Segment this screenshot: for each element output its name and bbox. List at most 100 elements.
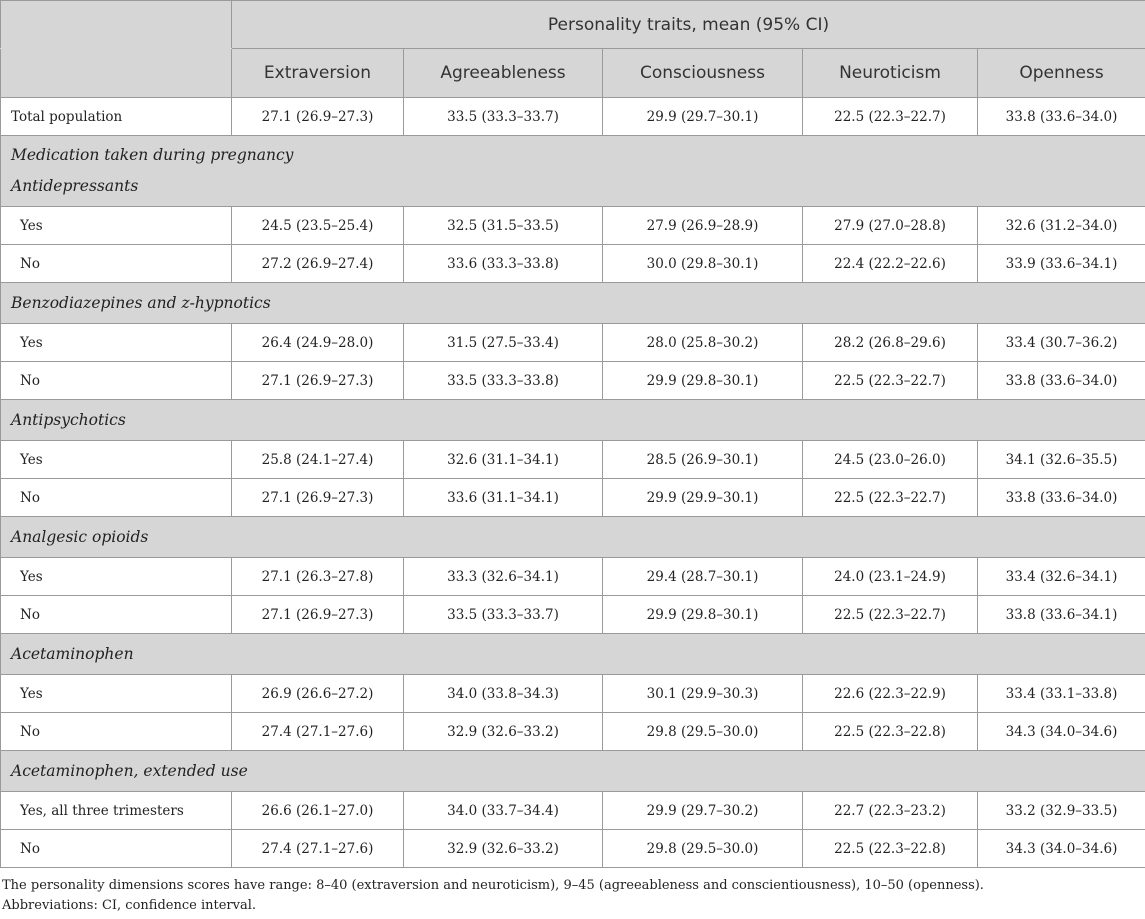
table-cell: 33.8 (33.6–34.0) — [976, 361, 1145, 400]
column-header-consciousness: Consciousness — [602, 48, 803, 98]
table-cell: 32.9 (32.6–33.2) — [403, 712, 603, 751]
row-label: Yes, all three trimesters — [0, 791, 232, 830]
table-footnotes: The personality dimensions scores have r… — [2, 876, 1145, 916]
table-cell: 33.3 (32.6–34.1) — [403, 557, 603, 596]
row-label: No — [0, 478, 232, 517]
table-cell: 27.4 (27.1–27.6) — [231, 712, 404, 751]
section-title: Antipsychotics — [0, 399, 1145, 441]
table-cell: 30.0 (29.8–30.1) — [602, 244, 803, 283]
table-cell: 22.6 (22.3–22.9) — [802, 674, 978, 713]
table-cell: 24.5 (23.0–26.0) — [802, 440, 978, 479]
section-title: Acetaminophen — [0, 633, 1145, 675]
table-cell: 28.0 (25.8–30.2) — [602, 323, 803, 362]
table-cell: 24.0 (23.1–24.9) — [802, 557, 978, 596]
table-cell: 27.1 (26.9–27.3) — [231, 97, 404, 136]
table-cell: 33.5 (33.3–33.8) — [403, 361, 603, 400]
footnote-abbreviations: Abbreviations: CI, confidence interval. — [2, 898, 256, 913]
table-row: Yes 26.4 (24.9–28.0) 31.5 (27.5–33.4) 28… — [0, 323, 1145, 362]
section-title: Benzodiazepines and z-hypnotics — [0, 282, 1145, 324]
table-cell: 27.1 (26.3–27.8) — [231, 557, 404, 596]
table-row: No 27.2 (26.9–27.4) 33.6 (33.3–33.8) 30.… — [0, 244, 1145, 283]
footnote-score-range: The personality dimensions scores have r… — [2, 878, 984, 893]
table-cell: 27.9 (27.0–28.8) — [802, 206, 978, 245]
table-cell: 29.8 (29.5–30.0) — [602, 829, 803, 868]
section-header-acetaminophen-extended: Acetaminophen, extended use — [0, 750, 1145, 792]
table-row: Yes, all three trimesters 26.6 (26.1–27.… — [0, 791, 1145, 830]
column-header-agreeableness: Agreeableness — [403, 48, 603, 98]
table-cell: 27.2 (26.9–27.4) — [231, 244, 404, 283]
table-row: No 27.1 (26.9–27.3) 33.5 (33.3–33.7) 29.… — [0, 595, 1145, 634]
group-header-title: Personality traits, mean (95% CI) — [230, 0, 1145, 49]
personality-traits-table: Personality traits, mean (95% CI) Extrav… — [0, 0, 1145, 868]
row-label: Yes — [0, 557, 232, 596]
table-cell: 33.4 (33.1–33.8) — [976, 674, 1145, 713]
row-label: No — [0, 244, 232, 283]
table-row: No 27.4 (27.1–27.6) 32.9 (32.6–33.2) 29.… — [0, 712, 1145, 751]
table-cell: 34.3 (34.0–34.6) — [976, 712, 1145, 751]
table-cell: 33.2 (32.9–33.5) — [976, 791, 1145, 830]
table-cell: 29.8 (29.5–30.0) — [602, 712, 803, 751]
section-title: Antidepressants — [11, 177, 139, 195]
row-label: No — [0, 829, 232, 868]
row-label: No — [0, 361, 232, 400]
table-row: Yes 26.9 (26.6–27.2) 34.0 (33.8–34.3) 30… — [0, 674, 1145, 713]
table-cell: 33.6 (31.1–34.1) — [403, 478, 603, 517]
table-cell: 29.9 (29.8–30.1) — [602, 595, 803, 634]
table-cell: 27.9 (26.9–28.9) — [602, 206, 803, 245]
table-cell: 29.4 (28.7–30.1) — [602, 557, 803, 596]
row-label: Yes — [0, 440, 232, 479]
table-cell: 28.5 (26.9–30.1) — [602, 440, 803, 479]
row-label: Total population — [0, 97, 232, 136]
table-cell: 27.4 (27.1–27.6) — [231, 829, 404, 868]
table-row-total: Total population 27.1 (26.9–27.3) 33.5 (… — [0, 97, 1145, 136]
row-label: No — [0, 712, 232, 751]
table-cell: 22.5 (22.3–22.8) — [802, 829, 978, 868]
column-header-neuroticism: Neuroticism — [802, 48, 978, 98]
table-cell: 27.1 (26.9–27.3) — [231, 595, 404, 634]
table-cell: 34.3 (34.0–34.6) — [976, 829, 1145, 868]
table-cell: 28.2 (26.8–29.6) — [802, 323, 978, 362]
section-title: Analgesic opioids — [0, 516, 1145, 558]
table-cell: 32.6 (31.2–34.0) — [976, 206, 1145, 245]
section-header-acetaminophen: Acetaminophen — [0, 633, 1145, 675]
table-row: Yes 24.5 (23.5–25.4) 32.5 (31.5–33.5) 27… — [0, 206, 1145, 245]
row-label: Yes — [0, 206, 232, 245]
table-cell: 34.1 (32.6–35.5) — [976, 440, 1145, 479]
table-cell: 27.1 (26.9–27.3) — [231, 361, 404, 400]
table-cell: 22.5 (22.3–22.7) — [802, 595, 978, 634]
table-cell: 33.6 (33.3–33.8) — [403, 244, 603, 283]
table-cell: 22.5 (22.3–22.7) — [802, 97, 978, 136]
section-title: Acetaminophen, extended use — [0, 750, 1145, 792]
section-header-benzodiazepines: Benzodiazepines and z-hypnotics — [0, 282, 1145, 324]
table-cell: 33.9 (33.6–34.1) — [976, 244, 1145, 283]
row-label: Yes — [0, 323, 232, 362]
table-cell: 33.8 (33.6–34.0) — [976, 478, 1145, 517]
table-cell: 22.5 (22.3–22.7) — [802, 361, 978, 400]
table-row: No 27.4 (27.1–27.6) 32.9 (32.6–33.2) 29.… — [0, 829, 1145, 868]
table-cell: 33.5 (33.3–33.7) — [403, 595, 603, 634]
header-corner-cell-lower — [0, 48, 232, 98]
table-cell: 24.5 (23.5–25.4) — [231, 206, 404, 245]
table-row: Yes 27.1 (26.3–27.8) 33.3 (32.6–34.1) 29… — [0, 557, 1145, 596]
table-cell: 34.0 (33.7–34.4) — [403, 791, 603, 830]
table-row: No 27.1 (26.9–27.3) 33.5 (33.3–33.8) 29.… — [0, 361, 1145, 400]
table-cell: 33.4 (30.7–36.2) — [976, 323, 1145, 362]
table-cell: 30.1 (29.9–30.3) — [602, 674, 803, 713]
table-cell: 33.8 (33.6–34.0) — [976, 97, 1145, 136]
column-header-openness: Openness — [976, 48, 1145, 98]
table-cell: 22.7 (22.3–23.2) — [802, 791, 978, 830]
table-cell: 32.9 (32.6–33.2) — [403, 829, 603, 868]
table-cell: 22.4 (22.2–22.6) — [802, 244, 978, 283]
section-header-cell: Medication taken during pregnancy Antide… — [0, 135, 1145, 207]
section-header-analgesic-opioids: Analgesic opioids — [0, 516, 1145, 558]
column-header-extraversion: Extraversion — [231, 48, 404, 98]
table-cell: 33.8 (33.6–34.1) — [976, 595, 1145, 634]
table-cell: 29.9 (29.7–30.1) — [602, 97, 803, 136]
table-cell: 22.5 (22.3–22.8) — [802, 712, 978, 751]
table-cell: 22.5 (22.3–22.7) — [802, 478, 978, 517]
section-header-antidepressants: Medication taken during pregnancy Antide… — [0, 135, 1145, 207]
table-cell: 32.5 (31.5–33.5) — [403, 206, 603, 245]
row-label: Yes — [0, 674, 232, 713]
section-header-antipsychotics: Antipsychotics — [0, 399, 1145, 441]
table-cell: 31.5 (27.5–33.4) — [403, 323, 603, 362]
